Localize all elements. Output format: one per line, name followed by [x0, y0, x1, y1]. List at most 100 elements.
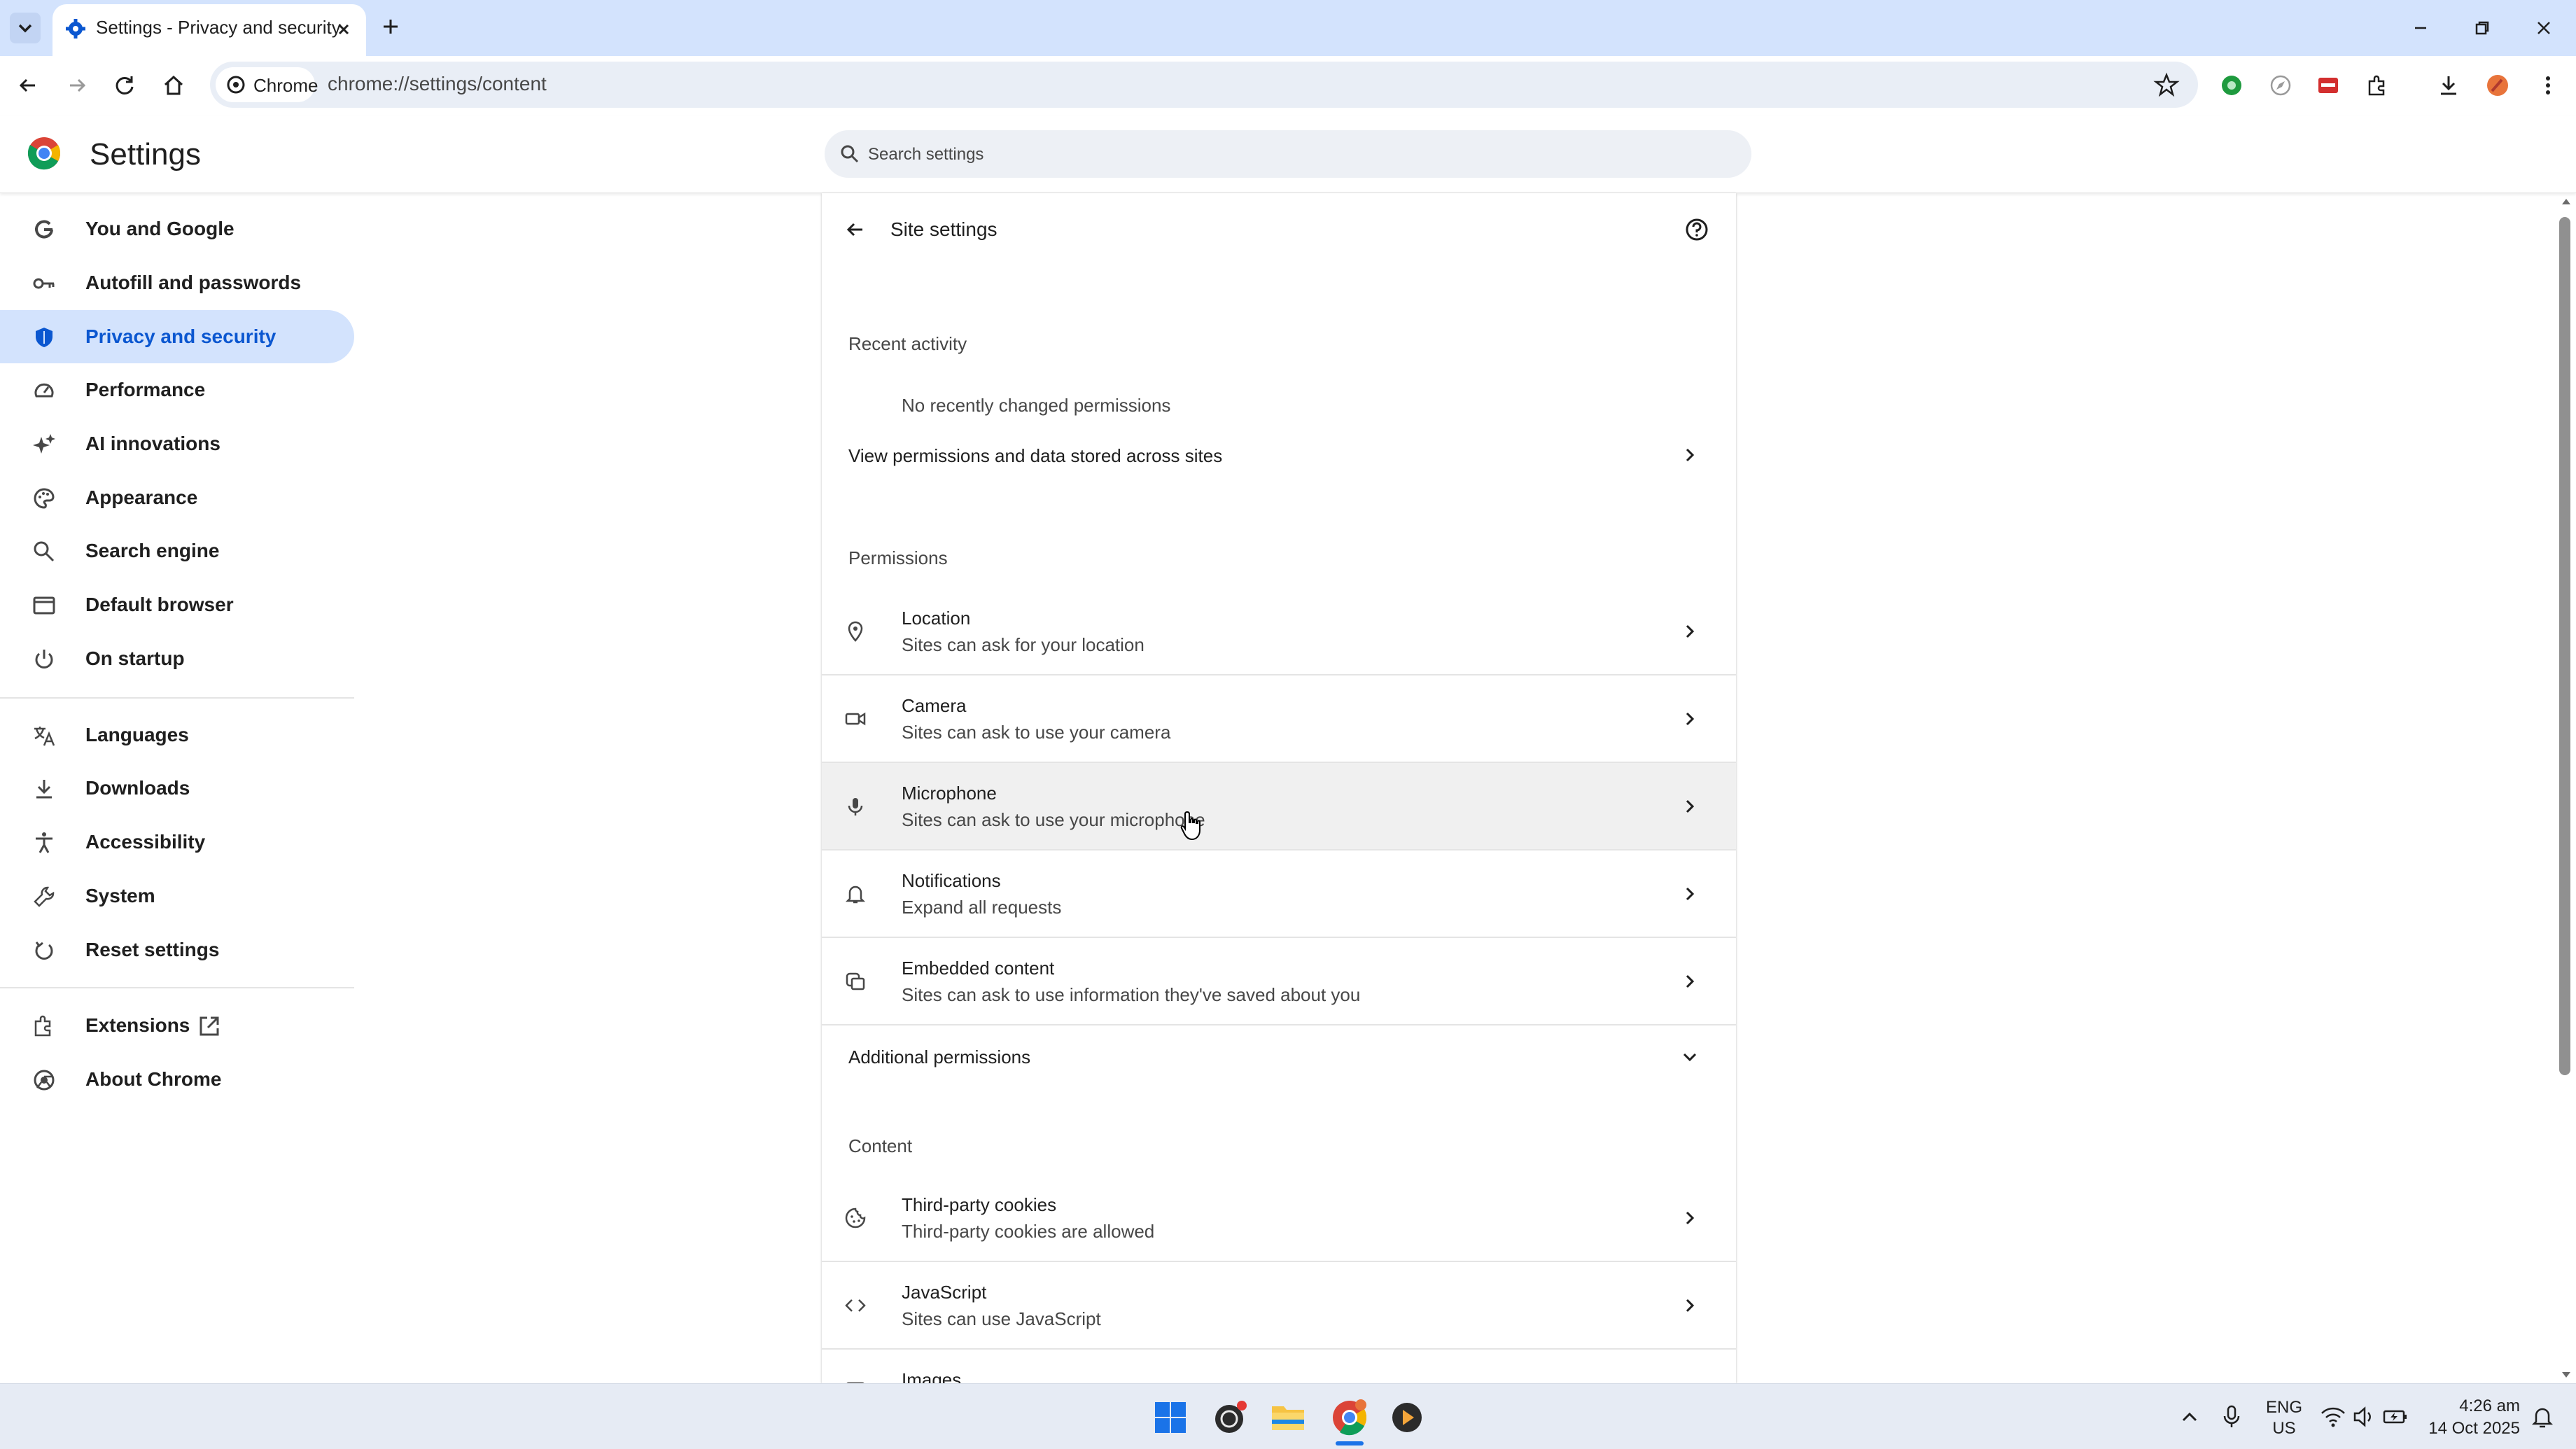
restore-icon[interactable]	[2470, 15, 2495, 41]
scrollbar-thumb[interactable]	[2559, 217, 2570, 1075]
wifi-icon[interactable]	[2320, 1405, 2346, 1429]
back-arrow-icon[interactable]	[14, 71, 42, 99]
close-icon[interactable]	[332, 18, 355, 41]
forward-arrow-icon[interactable]	[63, 71, 91, 99]
content-row-javascript[interactable]: JavaScript Sites can use JavaScript	[822, 1262, 1736, 1349]
clock-date[interactable]: 14 Oct 2025	[2415, 1419, 2520, 1438]
sidebar-item-you-and-google[interactable]: You and Google	[0, 202, 354, 255]
sidebar-item-extensions[interactable]: Extensions	[0, 999, 354, 1052]
search-settings-input[interactable]: Search settings	[825, 130, 1751, 178]
sidebar-item-languages[interactable]: Languages	[0, 708, 354, 762]
camera-icon	[845, 712, 866, 726]
view-permissions-label: View permissions and data stored across …	[848, 445, 1223, 466]
address-bar[interactable]: Chrome chrome://settings/content	[210, 62, 2198, 108]
sidebar-item-appearance[interactable]: Appearance	[0, 471, 354, 524]
window-close-icon[interactable]	[2531, 15, 2556, 41]
chevron-down-icon	[1683, 1053, 1697, 1062]
scroll-down-arrow-icon[interactable]	[2559, 1368, 2573, 1382]
media-player-icon[interactable]	[1389, 1399, 1425, 1436]
windows-start-icon[interactable]	[1154, 1401, 1187, 1434]
permission-row-notifications[interactable]: Notifications Expand all requests	[822, 850, 1736, 937]
extension-green-icon[interactable]	[2218, 71, 2246, 99]
help-icon[interactable]	[1684, 217, 1709, 242]
sidebar-item-downloads[interactable]: Downloads	[0, 762, 354, 815]
url-text[interactable]: chrome://settings/content	[328, 73, 547, 95]
embedded-content-icon	[846, 972, 865, 990]
language-secondary[interactable]: US	[2265, 1419, 2303, 1438]
site-settings-title: Site settings	[890, 218, 997, 240]
chevron-down-icon	[18, 24, 32, 33]
chrome-icon	[34, 1070, 55, 1091]
tab-settings[interactable]: Settings - Privacy and security	[52, 4, 366, 56]
sidebar-item-about-chrome[interactable]: About Chrome	[0, 1053, 354, 1106]
sidebar-item-label: Appearance	[85, 486, 198, 508]
chevron-right-icon	[1686, 712, 1695, 726]
back-arrow-icon[interactable]	[843, 217, 868, 242]
new-tab-icon[interactable]	[378, 14, 403, 39]
sidebar-item-reset-settings[interactable]: Reset settings	[0, 923, 354, 976]
sidebar-item-label: Privacy and security	[85, 326, 276, 347]
sidebar-item-accessibility[interactable]: Accessibility	[0, 816, 354, 869]
extension-red-icon[interactable]	[2314, 71, 2342, 99]
site-info-chip[interactable]: Chrome	[216, 67, 318, 102]
tab-search-button[interactable]	[10, 13, 41, 43]
language-primary[interactable]: ENG	[2265, 1398, 2303, 1418]
content-row-third-party-cookies[interactable]: Third-party cookies Third-party cookies …	[822, 1175, 1736, 1261]
sidebar-item-privacy[interactable]: Privacy and security	[0, 310, 354, 363]
row-title: Microphone	[902, 783, 997, 804]
cookie-icon	[845, 1208, 866, 1228]
search-icon	[841, 145, 859, 163]
microphone-icon	[848, 798, 863, 816]
chevron-right-icon	[1686, 1211, 1695, 1225]
download-icon[interactable]	[2435, 71, 2463, 99]
sidebar-item-search-engine[interactable]: Search engine	[0, 524, 354, 578]
menu-dots-icon[interactable]	[2534, 71, 2562, 99]
volume-icon[interactable]	[2352, 1405, 2377, 1429]
site-chip-label: Chrome	[253, 75, 318, 96]
scroll-up-arrow-icon[interactable]	[2559, 195, 2573, 209]
google-icon	[35, 220, 53, 239]
profile-avatar-icon[interactable]	[2484, 71, 2512, 99]
file-explorer-icon[interactable]	[1270, 1401, 1306, 1434]
row-subtitle: Sites can ask to use your microphone	[902, 809, 1205, 830]
search-placeholder: Search settings	[868, 145, 984, 164]
permission-row-camera[interactable]: Camera Sites can ask to use your camera	[822, 676, 1736, 762]
microphone-tray-icon[interactable]	[2219, 1404, 2244, 1432]
sidebar-item-on-startup[interactable]: On startup	[0, 632, 354, 685]
extension-compass-icon[interactable]	[2267, 71, 2295, 99]
speedometer-icon	[34, 383, 54, 398]
recent-activity-heading: Recent activity	[848, 333, 967, 354]
sidebar-item-system[interactable]: System	[0, 869, 354, 923]
sidebar-item-label: AI innovations	[85, 433, 220, 454]
sidebar-divider	[0, 697, 354, 699]
additional-permissions-row[interactable]: Additional permissions	[822, 1026, 1736, 1090]
page-title: Settings	[90, 137, 201, 172]
sidebar-item-performance[interactable]: Performance	[0, 363, 354, 416]
app-circle-icon[interactable]	[1212, 1399, 1249, 1436]
notification-center-icon[interactable]	[2530, 1405, 2555, 1430]
home-icon[interactable]	[160, 71, 188, 99]
chrome-taskbar-icon[interactable]	[1330, 1398, 1369, 1437]
permission-row-microphone[interactable]: Microphone Sites can ask to use your mic…	[822, 763, 1736, 850]
sidebar-item-label: Accessibility	[85, 831, 206, 853]
row-subtitle: Sites can ask to use information they've…	[902, 984, 1361, 1005]
sidebar-item-default-browser[interactable]: Default browser	[0, 578, 354, 631]
chrome-active-indicator	[1336, 1441, 1364, 1446]
bookmark-star-icon[interactable]	[2153, 71, 2180, 98]
permission-row-location[interactable]: Location Sites can ask for your location	[822, 588, 1736, 675]
gear-icon	[66, 19, 85, 38]
reload-icon[interactable]	[111, 71, 139, 99]
sidebar-item-autofill[interactable]: Autofill and passwords	[0, 256, 354, 309]
chevron-right-icon	[1686, 624, 1695, 638]
chevron-up-icon[interactable]	[2177, 1405, 2202, 1430]
view-permissions-row[interactable]: View permissions and data stored across …	[822, 423, 1736, 487]
sidebar-item-ai-innovations[interactable]: AI innovations	[0, 417, 354, 470]
battery-icon[interactable]	[2383, 1406, 2408, 1427]
minimize-icon[interactable]	[2408, 15, 2433, 41]
row-title: Embedded content	[902, 958, 1055, 979]
search-icon	[34, 541, 55, 562]
permission-row-embedded-content[interactable]: Embedded content Sites can ask to use in…	[822, 938, 1736, 1025]
clock-time[interactable]: 4:26 am	[2422, 1396, 2520, 1416]
puzzle-icon[interactable]	[2363, 71, 2391, 99]
content-row-images[interactable]: Images	[822, 1350, 1736, 1383]
